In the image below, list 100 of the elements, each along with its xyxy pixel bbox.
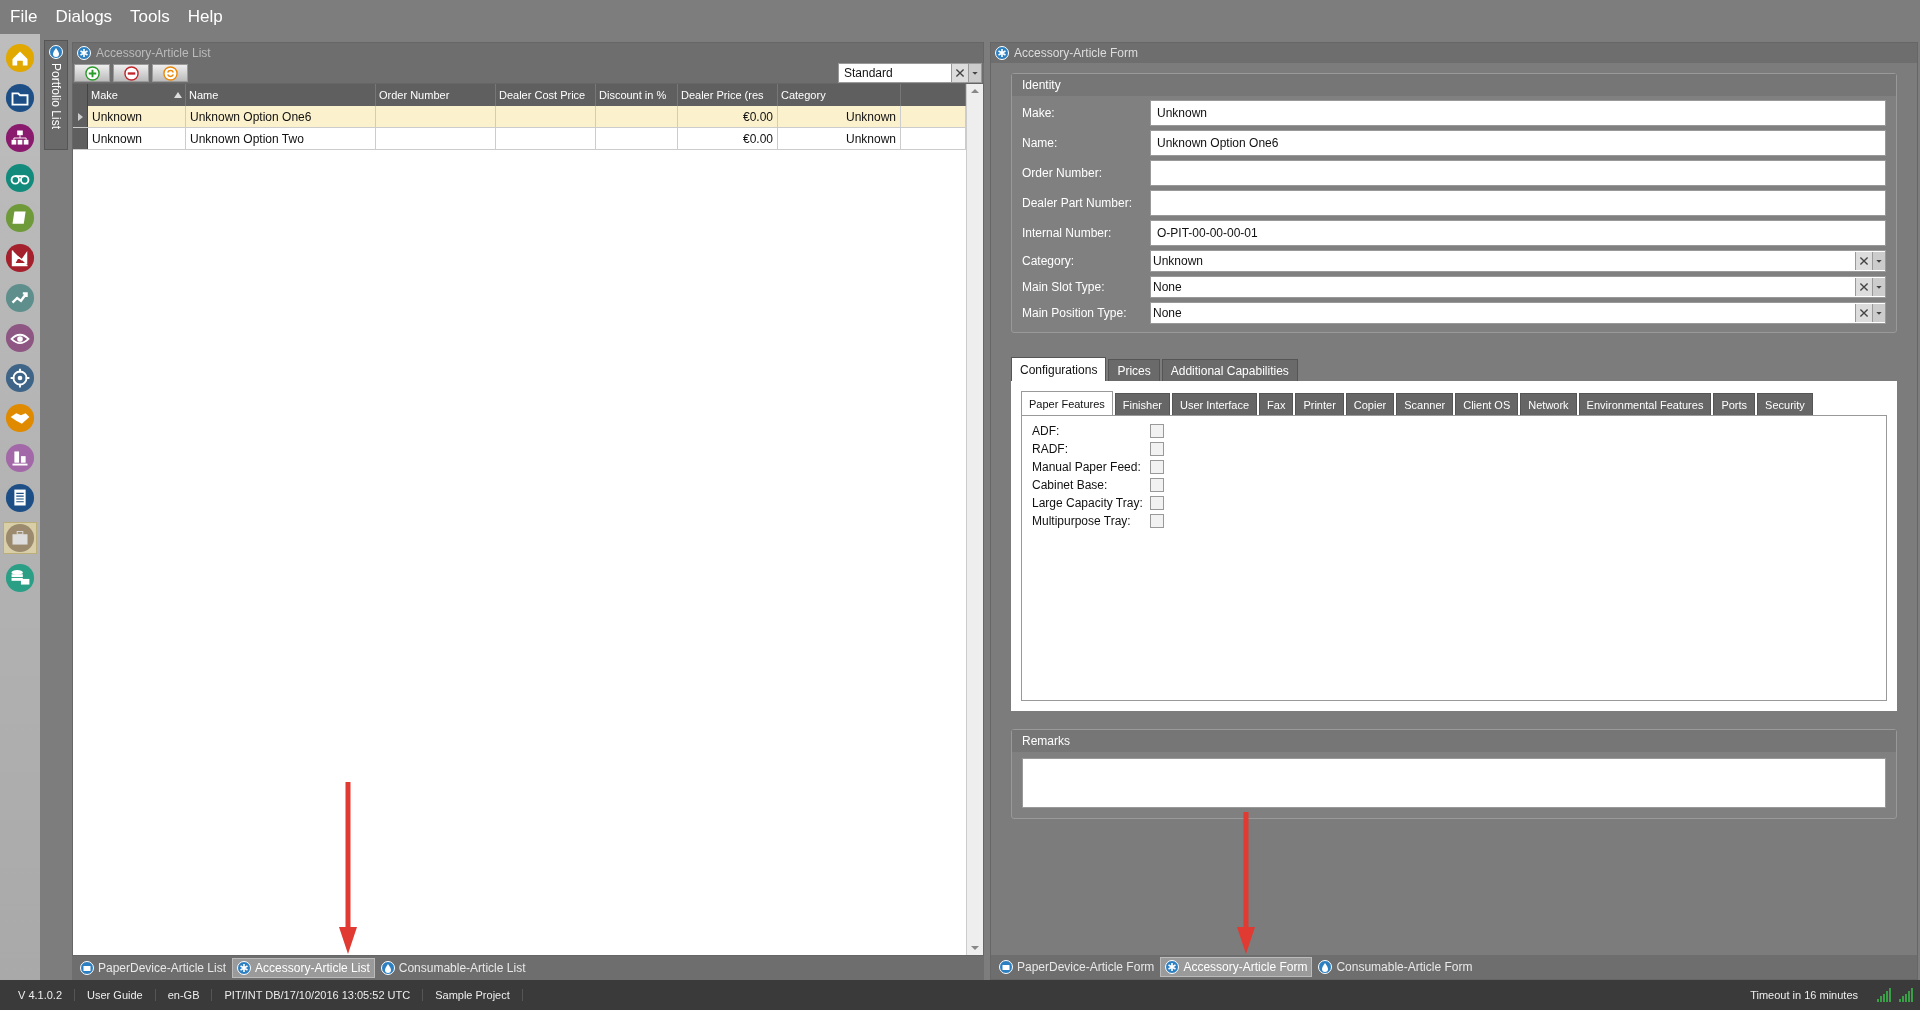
feature-tab[interactable]: Scanner <box>1396 393 1454 415</box>
form-tab[interactable]: Prices <box>1108 359 1160 381</box>
status-item: PIT/INT DB/17/10/2016 13:05:52 UTC <box>212 989 424 1001</box>
checkbox-label: Cabinet Base: <box>1032 478 1109 492</box>
form-tab[interactable]: Configurations <box>1011 357 1107 381</box>
clear-icon[interactable] <box>1855 252 1872 270</box>
sidebar-button[interactable] <box>3 82 37 114</box>
feature-tab[interactable]: User Interface <box>1171 393 1258 415</box>
asterisk-icon <box>1165 960 1180 974</box>
portfolio-tab[interactable]: Portfolio List <box>44 40 68 150</box>
table-cell: €0.00 <box>678 128 778 149</box>
refresh-button[interactable] <box>152 64 188 82</box>
clear-icon[interactable] <box>1855 304 1872 322</box>
sidebar-button[interactable] <box>3 122 37 154</box>
sidebar-button[interactable] <box>3 162 37 194</box>
field-label: Main Slot Type: <box>1022 280 1106 294</box>
checkbox[interactable] <box>1150 460 1164 474</box>
feature-tab[interactable]: Security <box>1757 393 1813 415</box>
clear-icon[interactable] <box>1855 278 1872 296</box>
sidebar-button[interactable] <box>3 322 37 354</box>
status-item: V 4.1.0.2 <box>6 989 76 1001</box>
feature-tab[interactable]: Printer <box>1295 393 1344 415</box>
house-icon <box>5 43 35 73</box>
feature-tab[interactable]: Ports <box>1713 393 1756 415</box>
hierarchy-icon <box>5 123 35 153</box>
feature-tab[interactable]: Client OS <box>1455 393 1519 415</box>
feature-tab[interactable]: Environmental Features <box>1578 393 1712 415</box>
document-icon <box>5 483 35 513</box>
feature-tab[interactable]: Network <box>1520 393 1577 415</box>
checkbox[interactable] <box>1150 442 1164 456</box>
drop-icon <box>1318 960 1333 974</box>
checkbox[interactable] <box>1150 496 1164 510</box>
feature-tab[interactable]: Copier <box>1345 393 1395 415</box>
menu-item[interactable]: Dialogs <box>55 7 113 27</box>
input-field[interactable] <box>1150 190 1886 216</box>
status-item: en-GB <box>155 989 213 1001</box>
document-tab[interactable]: Consumable-Article Form <box>1314 957 1477 977</box>
panel-title: Accessory-Article Form <box>1014 46 1138 60</box>
checkbox[interactable] <box>1150 478 1164 492</box>
input-field[interactable]: Unknown Option One6 <box>1150 130 1886 156</box>
asterisk-icon <box>995 46 1009 60</box>
field-label: Main Position Type: <box>1022 306 1128 320</box>
caret-icon[interactable] <box>1872 304 1885 322</box>
field-label: Internal Number: <box>1022 226 1113 240</box>
minus-icon <box>123 65 139 81</box>
grid-row[interactable]: Unknown Unknown Option One6 €0.00 Unknown <box>73 106 966 128</box>
trend-icon <box>5 283 35 313</box>
timeout-text: Timeout in 16 minutes <box>1750 989 1858 1001</box>
table-cell: Unknown <box>778 106 901 127</box>
checkbox-label: Multipurpose Tray: <box>1032 514 1132 528</box>
menu-item[interactable]: File <box>10 7 38 27</box>
feature-tab[interactable]: Finisher <box>1114 393 1170 415</box>
input-field[interactable]: Unknown <box>1150 100 1886 126</box>
asterisk-icon <box>77 46 91 60</box>
menu-item[interactable]: Help <box>187 7 223 27</box>
sidebar-button[interactable] <box>3 482 37 514</box>
checkbox[interactable] <box>1150 514 1164 528</box>
input-field[interactable]: O-PIT-00-00-00-01 <box>1150 220 1886 246</box>
sidebar-button[interactable] <box>3 282 37 314</box>
form-tab[interactable]: Additional Capabilities <box>1161 359 1298 381</box>
checkbox-label: Manual Paper Feed: <box>1032 460 1142 474</box>
table-cell: Unknown <box>778 128 901 149</box>
view-select[interactable]: Standard <box>838 63 982 83</box>
scrollbar[interactable] <box>966 84 983 955</box>
status-item: User Guide <box>75 989 156 1001</box>
refresh-icon <box>162 65 178 81</box>
clear-icon[interactable] <box>951 64 968 82</box>
document-tab[interactable]: Consumable-Article List <box>376 958 530 978</box>
add-button[interactable] <box>74 64 110 82</box>
row-selector[interactable] <box>73 106 88 127</box>
sidebar-button[interactable] <box>3 442 37 474</box>
folder-icon <box>5 83 35 113</box>
bar-chart-icon <box>5 443 35 473</box>
checkbox[interactable] <box>1150 424 1164 438</box>
caret-icon[interactable] <box>1872 278 1885 296</box>
input-field[interactable] <box>1150 160 1886 186</box>
remove-button[interactable] <box>113 64 149 82</box>
caret-icon[interactable] <box>1872 252 1885 270</box>
panel-title: Accessory-Article List <box>96 46 211 60</box>
remarks-field[interactable] <box>1022 758 1886 808</box>
dropdown-field[interactable]: Unknown <box>1150 250 1886 272</box>
grid-row[interactable]: Unknown Unknown Option Two €0.00 Unknown <box>73 128 966 150</box>
menu-item[interactable]: Tools <box>130 7 170 27</box>
feature-tab[interactable]: Paper Features <box>1021 391 1113 415</box>
caret-icon[interactable] <box>968 64 981 82</box>
dropdown-field[interactable]: None <box>1150 302 1886 324</box>
table-cell: Unknown <box>88 128 186 149</box>
feature-tab[interactable]: Fax <box>1259 393 1294 415</box>
plus-icon <box>84 65 100 81</box>
document-tab[interactable]: PaperDevice-Article List <box>76 958 231 978</box>
drop-icon <box>49 45 63 59</box>
sidebar-button[interactable] <box>3 362 37 394</box>
table-cell: Unknown Option Two <box>186 128 376 149</box>
checkbox-label: Large Capacity Tray: <box>1032 496 1144 510</box>
dropdown-field[interactable]: None <box>1150 276 1886 298</box>
document-tab[interactable]: PaperDevice-Article Form <box>995 957 1159 977</box>
status-item: Sample Project <box>423 989 523 1001</box>
checkbox-label: RADF: <box>1032 442 1069 456</box>
target-icon <box>5 363 35 393</box>
checkbox-label: ADF: <box>1032 424 1061 438</box>
